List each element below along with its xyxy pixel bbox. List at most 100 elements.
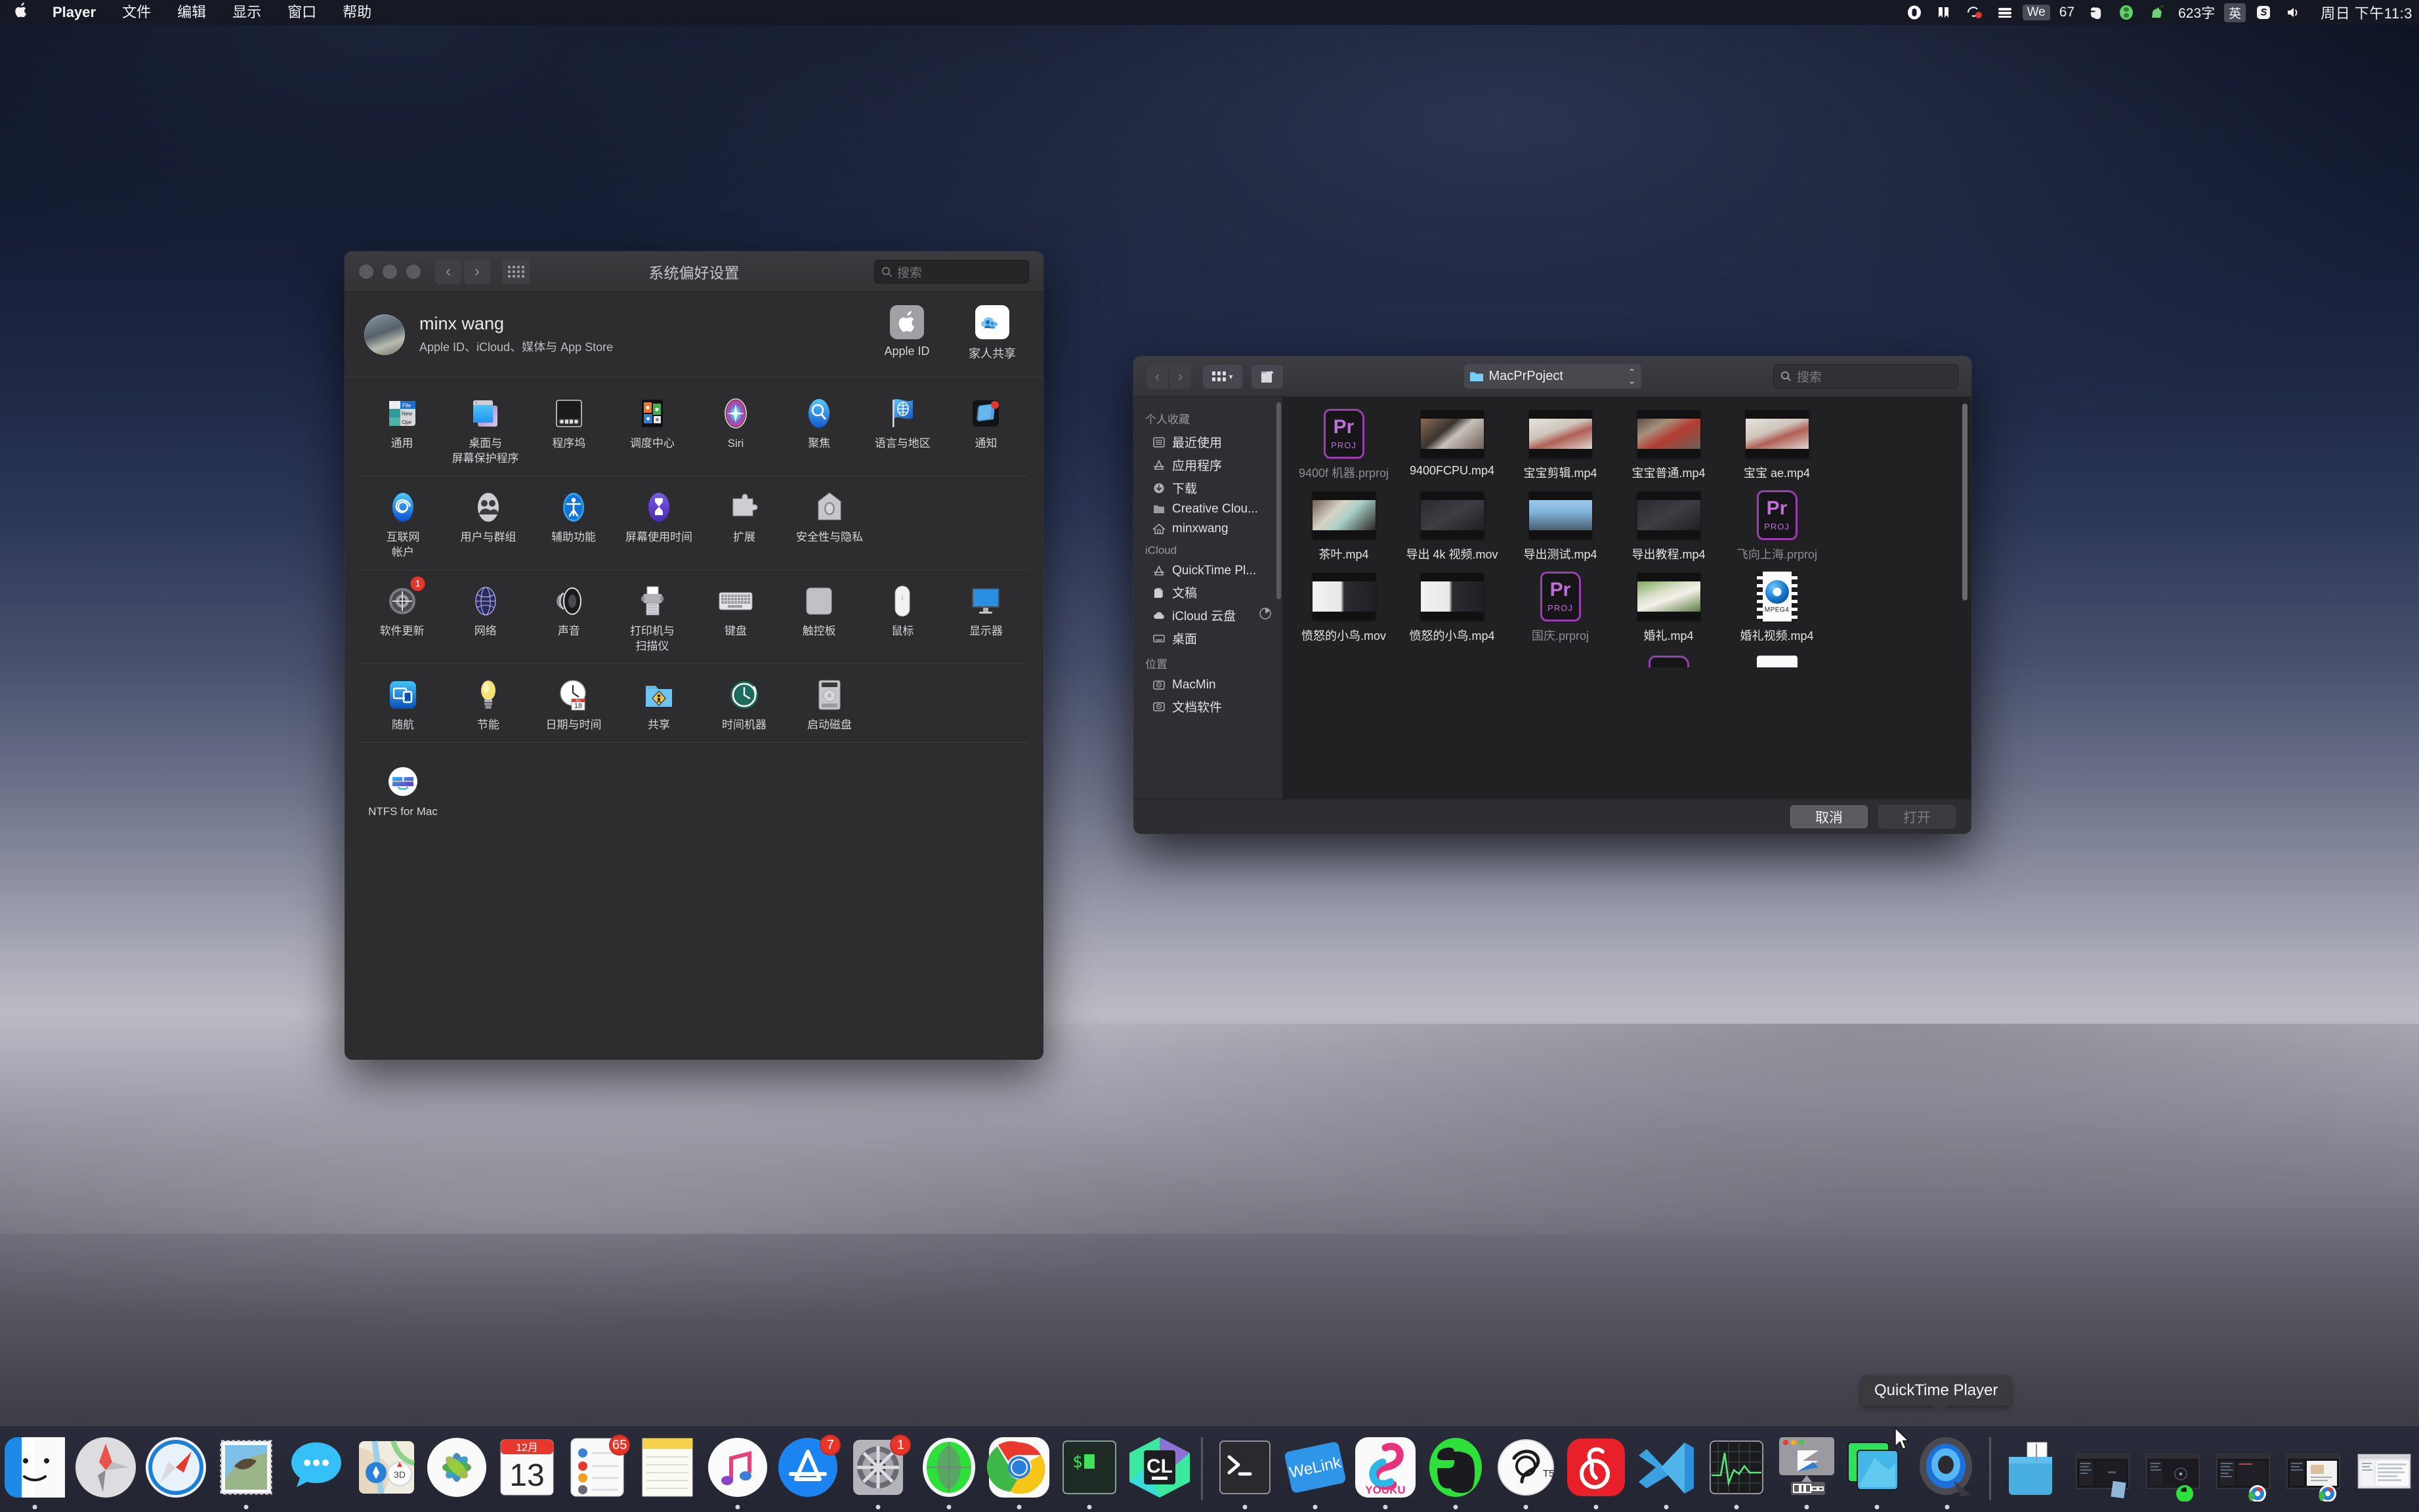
- evernote-icon[interactable]: [2081, 0, 2111, 25]
- sidebar-scrollbar[interactable]: [1276, 402, 1281, 599]
- dock-item-messages[interactable]: [281, 1425, 351, 1512]
- view-mode-button[interactable]: ▾: [1203, 364, 1242, 388]
- wechat-work-icon[interactable]: We: [2022, 5, 2050, 20]
- menu-item-help[interactable]: 帮助: [329, 0, 385, 25]
- pref-keyboard[interactable]: 键盘: [694, 579, 778, 662]
- onedrive-icon[interactable]: [1899, 0, 1929, 25]
- pref-displays[interactable]: 显示器: [944, 579, 1028, 662]
- sidebar-item-desktop[interactable]: 桌面: [1133, 627, 1282, 650]
- file-item[interactable]: Pr PROJ 国庆.prproj: [1506, 569, 1614, 650]
- dock-item-mail[interactable]: [211, 1425, 281, 1512]
- pref-dock[interactable]: 程序坞: [527, 392, 610, 474]
- pref-mission-control[interactable]: 调度中心: [610, 392, 694, 474]
- menu-app-name[interactable]: Player: [39, 0, 109, 25]
- kindle-icon[interactable]: [1929, 0, 1960, 25]
- pref-sharing[interactable]: 共享: [616, 673, 702, 741]
- dock-item-minimized-window-3[interactable]: [2208, 1425, 2279, 1512]
- file-item[interactable]: MPEG4 婚礼视频.mp4: [1723, 569, 1831, 650]
- file-item[interactable]: 愤怒的小鸟.mov: [1290, 569, 1398, 650]
- system-preferences-titlebar[interactable]: ‹ › 系统偏好设置 搜索: [345, 251, 1043, 292]
- forward-button[interactable]: ›: [1169, 364, 1191, 388]
- input-source-indicator[interactable]: 英: [2224, 3, 2246, 22]
- show-all-grid-icon[interactable]: [502, 259, 530, 284]
- sidebar-item-docsoftware[interactable]: 文档软件: [1133, 695, 1282, 718]
- navigation-buttons[interactable]: ‹ ›: [1146, 364, 1191, 388]
- file-item[interactable]: 导出 4k 视频.mov: [1398, 488, 1506, 569]
- apple-id-account-row[interactable]: minx wang Apple ID、iCloud、媒体与 App Store …: [345, 292, 1043, 377]
- minimize-button[interactable]: [383, 264, 397, 279]
- navigation-buttons[interactable]: ‹ ›: [435, 259, 490, 284]
- new-folder-button[interactable]: [1252, 364, 1283, 388]
- dock-item-calendar[interactable]: 12月 13: [492, 1425, 562, 1512]
- dock-item-activity-monitor[interactable]: [1702, 1425, 1772, 1512]
- path-popup-button[interactable]: MacPrPoject ⌃ ⌄: [1463, 364, 1641, 388]
- window-traffic-lights[interactable]: [345, 264, 421, 279]
- zoom-button[interactable]: [406, 264, 421, 279]
- dock-item-clion[interactable]: CL: [1124, 1425, 1194, 1512]
- dock-item-minimized-window-4[interactable]: [2279, 1425, 2349, 1512]
- dock-item-finder[interactable]: [0, 1425, 70, 1512]
- menu-item-window[interactable]: 窗口: [274, 0, 329, 25]
- dock-item-welink[interactable]: WeLink: [1280, 1425, 1350, 1512]
- menu-item-edit[interactable]: 编辑: [164, 0, 219, 25]
- file-item[interactable]: 宝宝剪辑.mp4: [1506, 406, 1614, 488]
- pref-network[interactable]: 网络: [444, 579, 527, 662]
- menu-bar-clock[interactable]: 周日 下午11:3: [2309, 2, 2416, 23]
- back-button[interactable]: ‹: [435, 259, 461, 284]
- dock-item-music[interactable]: [703, 1425, 773, 1512]
- file-dialog-toolbar[interactable]: ‹ › ▾ MacPrPoject ⌃ ⌄ 搜索: [1133, 356, 1971, 397]
- sidebar-item-quicktime-player[interactable]: QuickTime Pl...: [1133, 561, 1282, 581]
- dock[interactable]: 3D 12月 13 65 7 1 $ CL WeLink YOUKU T5: [0, 1425, 2419, 1512]
- sidebar-item-home[interactable]: minxwang: [1133, 519, 1282, 539]
- dock-item-youku[interactable]: YOUKU: [1350, 1425, 1420, 1512]
- file-item[interactable]: 愤怒的小鸟.mp4: [1398, 569, 1506, 650]
- pref-language-region[interactable]: 语言与地区: [861, 392, 944, 474]
- open-button[interactable]: 打开: [1878, 805, 1956, 828]
- istat-icon[interactable]: [1990, 0, 2020, 25]
- file-item[interactable]: 9400FCPU.mp4: [1398, 406, 1506, 488]
- pref-energy-saver[interactable]: 节能: [446, 673, 531, 741]
- dock-item-xmind[interactable]: [914, 1425, 984, 1512]
- avatar[interactable]: [364, 314, 405, 355]
- dock-item-app-store[interactable]: 7: [773, 1425, 843, 1512]
- clover-status-icon[interactable]: [2111, 0, 2141, 25]
- file-item[interactable]: [1614, 652, 1723, 681]
- pref-printers-scanners[interactable]: 打印机与 扫描仪: [610, 579, 694, 662]
- file-grid-scrollbar[interactable]: [1962, 404, 1967, 600]
- dock-item-vscode[interactable]: [1631, 1425, 1701, 1512]
- battery-percent[interactable]: 67: [2053, 5, 2081, 20]
- pref-notifications[interactable]: 通知: [944, 392, 1028, 474]
- dock-item-reminders[interactable]: 65: [562, 1425, 633, 1512]
- dock-item-terminal[interactable]: [1210, 1425, 1280, 1512]
- file-item[interactable]: 茶叶.mp4: [1290, 488, 1398, 569]
- dock-item-minimized-window-2[interactable]: [2138, 1425, 2208, 1512]
- pref-security-privacy[interactable]: 安全性与隐私: [787, 486, 872, 568]
- file-item[interactable]: 宝宝普通.mp4: [1614, 406, 1723, 488]
- pref-date-time[interactable]: 18 JUL 日期与时间: [531, 673, 616, 741]
- pref-sound[interactable]: 声音: [527, 579, 610, 662]
- file-item[interactable]: 宝宝 ae.mp4: [1723, 406, 1831, 488]
- dock-item-minimized-window-1[interactable]: [2068, 1425, 2138, 1512]
- dock-item-t5[interactable]: T5: [1490, 1425, 1561, 1512]
- sidebar-item-downloads[interactable]: 下载: [1133, 476, 1282, 499]
- dock-item-iterm[interactable]: $: [1054, 1425, 1124, 1512]
- pref-desktop-screensaver[interactable]: 桌面与 屏幕保护程序: [444, 392, 527, 474]
- pref-internet-accounts[interactable]: 互联网 帐户: [360, 486, 446, 568]
- pref-apple-id[interactable]: Apple ID: [875, 304, 938, 358]
- sogou-icon[interactable]: [2248, 0, 2279, 25]
- apple-menu-icon[interactable]: [0, 3, 39, 22]
- dock-item-evernote[interactable]: [1420, 1425, 1490, 1512]
- dock-item-netease-music[interactable]: [1561, 1425, 1631, 1512]
- pref-ntfs-for-mac[interactable]: NTFS for Mac: [360, 760, 446, 828]
- clashx-icon[interactable]: [1960, 0, 1990, 25]
- sidebar-item-applications[interactable]: 应用程序: [1133, 453, 1282, 476]
- pref-time-machine[interactable]: 时间机器: [702, 673, 787, 741]
- sidebar-item-recents[interactable]: 最近使用: [1133, 430, 1282, 453]
- file-item[interactable]: 导出教程.mp4: [1614, 488, 1723, 569]
- sidebar-item-documents[interactable]: 文稿: [1133, 581, 1282, 604]
- system-preferences-window[interactable]: ‹ › 系统偏好设置 搜索 minx wang Apple ID、iCloud、…: [345, 251, 1043, 1060]
- dock-item-notes[interactable]: [633, 1425, 703, 1512]
- pref-screen-time[interactable]: 屏幕使用时间: [616, 486, 702, 568]
- word-count-status[interactable]: 623字: [2172, 3, 2221, 22]
- pref-mouse[interactable]: 鼠标: [861, 579, 944, 662]
